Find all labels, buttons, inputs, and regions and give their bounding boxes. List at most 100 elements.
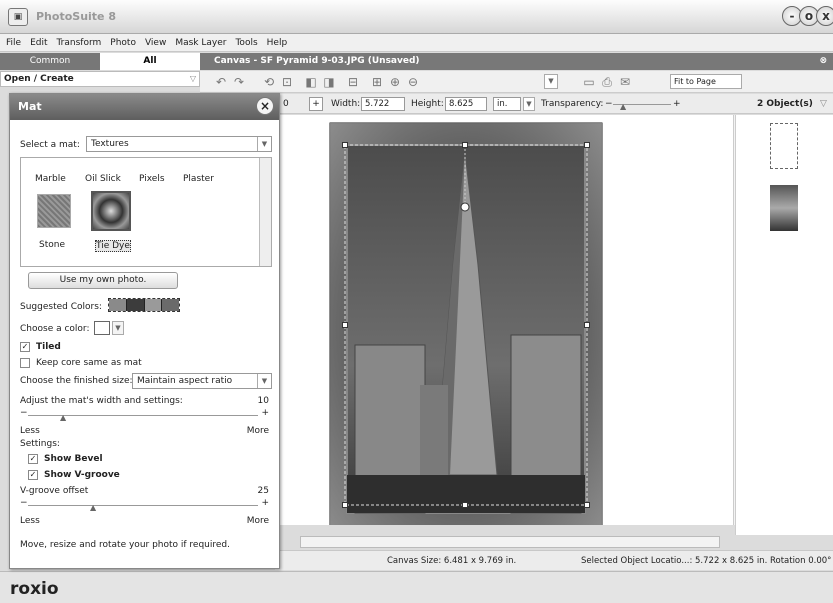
height-field[interactable]: 8.625 xyxy=(445,97,487,111)
tiled-checkbox[interactable]: ✓ xyxy=(20,342,30,352)
object-thumb-mat[interactable] xyxy=(770,123,798,169)
show-vgroove-checkbox[interactable]: ✓ xyxy=(28,470,38,480)
menu-file[interactable]: File xyxy=(6,38,21,48)
tab-common[interactable]: Common xyxy=(0,53,100,70)
width-field[interactable]: 5.722 xyxy=(361,97,405,111)
horizontal-scrollbar[interactable] xyxy=(300,536,720,548)
mat-gallery-scrollbar[interactable] xyxy=(259,158,271,266)
objects-dropdown-icon[interactable]: ▽ xyxy=(820,97,827,111)
zoom-plus-button[interactable]: + xyxy=(309,97,323,111)
menu-photo[interactable]: Photo xyxy=(110,38,136,48)
rotate-icon[interactable]: ⟲ xyxy=(262,75,276,89)
save-icon[interactable]: ▭ xyxy=(582,75,596,89)
vgroove-plus[interactable]: + xyxy=(261,498,269,508)
main-toolbar: ↶ ↷ ⟲ ⊡ ◧ ◨ ⊟ ⊞ ⊕ ⊖ Fit to Page ▼ ▭ ⎙ ✉ xyxy=(200,71,833,93)
suggested-color-3[interactable] xyxy=(144,299,163,311)
object-thumb-photo[interactable] xyxy=(770,185,798,231)
mat-panel: Mat × Select a mat: Textures ▼ Marble Oi… xyxy=(9,93,280,569)
email-icon[interactable]: ✉ xyxy=(618,75,632,89)
suggested-color-2[interactable] xyxy=(126,299,145,311)
resize-handle-tr[interactable] xyxy=(584,142,590,148)
mat-pixels[interactable]: Pixels xyxy=(139,174,165,184)
keep-core-checkbox[interactable] xyxy=(20,358,30,368)
resize-handle-top[interactable] xyxy=(462,142,468,148)
finished-size-value: Maintain aspect ratio xyxy=(137,376,233,386)
close-canvas-icon[interactable]: ⊗ xyxy=(819,53,827,70)
zoom-in-icon[interactable]: ⊕ xyxy=(388,75,402,89)
chevron-down-icon: ▼ xyxy=(257,137,271,151)
canvas-image[interactable] xyxy=(275,115,735,525)
choose-color-label: Choose a color: xyxy=(20,324,90,334)
menu-tools[interactable]: Tools xyxy=(235,38,257,48)
adjust-minus[interactable]: − xyxy=(20,408,28,418)
canvas-header: Canvas - SF Pyramid 9-03.JPG (Unsaved) ⊗ xyxy=(200,53,833,70)
mat-stone[interactable]: Stone xyxy=(39,240,65,250)
zoom-minus[interactable]: 0 xyxy=(283,97,289,111)
instruction-text: Move, resize and rotate your photo if re… xyxy=(20,540,230,550)
resize-handle-br[interactable] xyxy=(584,502,590,508)
zoom-fit-icon[interactable]: ⊞ xyxy=(370,75,384,89)
send-backward-icon[interactable]: ◨ xyxy=(322,75,336,89)
color-picker-swatch[interactable] xyxy=(94,321,110,335)
resize-handle-left[interactable] xyxy=(342,322,348,328)
fit-select[interactable]: Fit to Page xyxy=(670,74,742,89)
tab-all[interactable]: All xyxy=(100,53,200,70)
left-tabs: Common All xyxy=(0,53,200,70)
height-label: Height: xyxy=(411,99,444,109)
color-picker-arrow-icon[interactable]: ▼ xyxy=(112,321,124,335)
menu-mask-layer[interactable]: Mask Layer xyxy=(175,38,226,48)
tie-dye-swatch[interactable] xyxy=(91,191,131,231)
resize-handle-bl[interactable] xyxy=(342,502,348,508)
app-icon[interactable]: ▣ xyxy=(8,8,28,26)
show-bevel-checkbox[interactable]: ✓ xyxy=(28,454,38,464)
units-select[interactable]: in. xyxy=(493,97,521,111)
finished-size-dropdown[interactable]: Maintain aspect ratio ▼ xyxy=(132,373,272,389)
suggested-color-4[interactable] xyxy=(162,299,179,311)
bring-forward-icon[interactable]: ◧ xyxy=(304,75,318,89)
resize-handle-right[interactable] xyxy=(584,322,590,328)
vgroove-minus[interactable]: − xyxy=(20,498,28,508)
align-icon[interactable]: ⊟ xyxy=(346,75,360,89)
zoom-100-icon[interactable]: ⊡ xyxy=(280,75,294,89)
redo-icon[interactable]: ↷ xyxy=(232,75,246,89)
menu-view[interactable]: View xyxy=(145,38,166,48)
mat-marble[interactable]: Marble xyxy=(35,174,66,184)
adjust-less-label: Less xyxy=(20,426,40,436)
vgroove-slider-thumb[interactable]: ▲ xyxy=(90,504,98,512)
selection-status: Selected Object Locatio...: 5.722 x 8.62… xyxy=(581,556,832,566)
open-create-dropdown[interactable]: Open / Create ▽ xyxy=(0,71,200,87)
stone-swatch[interactable] xyxy=(37,194,71,228)
select-mat-dropdown[interactable]: Textures ▼ xyxy=(86,136,272,152)
resize-handle-bottom[interactable] xyxy=(462,502,468,508)
transparency-slider-thumb[interactable]: ▲ xyxy=(620,103,628,111)
fit-select-arrow-icon[interactable]: ▼ xyxy=(544,74,558,89)
units-arrow-icon[interactable]: ▼ xyxy=(523,97,535,111)
close-window-button[interactable]: x xyxy=(816,6,833,26)
transparency-plus[interactable]: + xyxy=(673,97,681,111)
zoom-out-icon[interactable]: ⊖ xyxy=(406,75,420,89)
adjust-plus[interactable]: + xyxy=(261,408,269,418)
undo-icon[interactable]: ↶ xyxy=(214,75,228,89)
vgroove-slider-track[interactable] xyxy=(28,505,258,506)
use-own-photo-button[interactable]: Use my own photo. xyxy=(28,272,178,289)
resize-handle-tl[interactable] xyxy=(342,142,348,148)
mat-oil-slick[interactable]: Oil Slick xyxy=(85,174,121,184)
canvas-workspace[interactable] xyxy=(275,115,735,525)
mat-tie-dye[interactable]: Tie Dye xyxy=(95,240,131,252)
mat-width-slider-thumb[interactable]: ▲ xyxy=(60,414,68,422)
print-icon[interactable]: ⎙ xyxy=(600,75,614,89)
menu-transform[interactable]: Transform xyxy=(57,38,102,48)
transparency-label: Transparency: xyxy=(541,99,604,109)
menu-help[interactable]: Help xyxy=(267,38,288,48)
suggested-color-1[interactable] xyxy=(109,299,127,311)
mat-gallery: Marble Oil Slick Pixels Plaster Stone Ti… xyxy=(20,157,272,267)
roxio-logo-text: roxio xyxy=(10,579,59,599)
show-bevel-label: Show Bevel xyxy=(44,454,103,464)
mat-close-button[interactable]: × xyxy=(256,97,274,115)
suggested-colors[interactable] xyxy=(108,298,180,312)
fit-select-value: Fit to Page xyxy=(674,77,716,86)
select-mat-label: Select a mat: xyxy=(20,140,80,150)
mat-plaster[interactable]: Plaster xyxy=(183,174,214,184)
transparency-minus[interactable]: − xyxy=(605,97,613,111)
menu-edit[interactable]: Edit xyxy=(30,38,47,48)
